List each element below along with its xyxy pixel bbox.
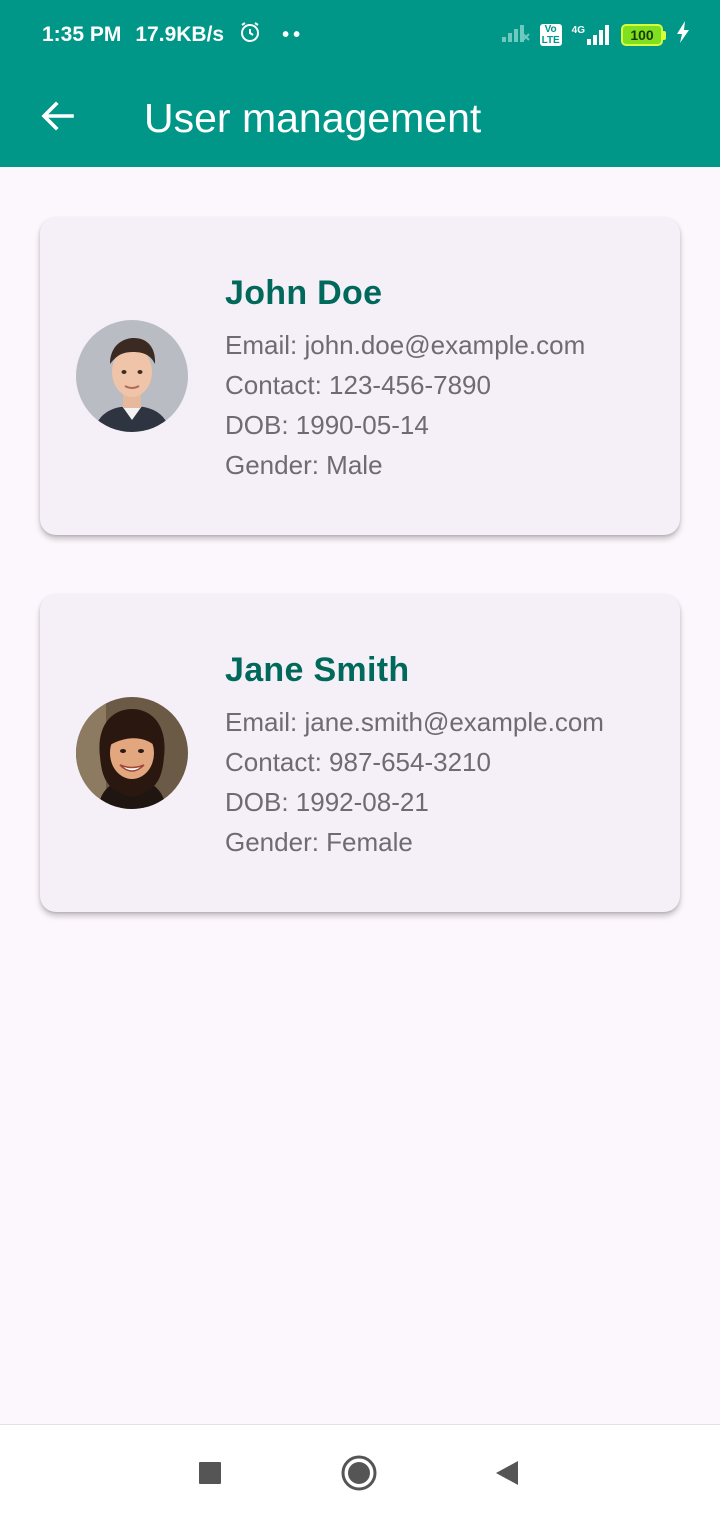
arrow-back-icon bbox=[39, 98, 75, 139]
toolbar: User management bbox=[0, 70, 720, 167]
battery-level: 100 bbox=[621, 24, 663, 46]
user-gender: Gender: Male bbox=[225, 450, 383, 480]
status-time: 1:35 PM bbox=[42, 23, 122, 46]
back-nav-button[interactable] bbox=[487, 1455, 527, 1495]
status-bar: 1:35 PM 17.9KB/s •• Vo LTE 4G 100 bbox=[0, 0, 720, 70]
user-card-jane-smith[interactable]: Jane Smith Email: jane.smith@example.com… bbox=[40, 594, 680, 912]
user-gender: Gender: Female bbox=[225, 827, 413, 857]
charging-icon bbox=[676, 21, 690, 49]
page-title: User management bbox=[144, 95, 482, 141]
user-contact: Contact: 987-654-3210 bbox=[225, 747, 491, 777]
alarm-icon bbox=[238, 20, 262, 50]
triangle-icon bbox=[494, 1459, 520, 1492]
user-email: Email: john.doe@example.com bbox=[225, 330, 586, 360]
app-bar: 1:35 PM 17.9KB/s •• Vo LTE 4G 100 User m… bbox=[0, 0, 720, 167]
home-button[interactable] bbox=[339, 1455, 379, 1495]
user-dob: DOB: 1992-08-21 bbox=[225, 787, 429, 817]
user-info: Jane Smith Email: jane.smith@example.com… bbox=[225, 648, 604, 862]
user-name: Jane Smith bbox=[225, 651, 410, 689]
volte-badge: Vo LTE bbox=[539, 24, 562, 46]
signal-icon bbox=[501, 22, 530, 48]
avatar bbox=[76, 697, 188, 809]
status-speed: 17.9KB/s bbox=[135, 23, 225, 46]
user-name: John Doe bbox=[225, 274, 383, 312]
circle-icon bbox=[340, 1454, 378, 1497]
recent-apps-button[interactable] bbox=[190, 1455, 230, 1495]
user-dob: DOB: 1990-05-14 bbox=[225, 410, 429, 440]
network-type: 4G bbox=[571, 25, 585, 36]
status-dots: •• bbox=[282, 23, 305, 46]
avatar bbox=[76, 320, 188, 432]
user-card-john-doe[interactable]: John Doe Email: john.doe@example.com Con… bbox=[40, 217, 680, 535]
user-contact: Contact: 123-456-7890 bbox=[225, 370, 491, 400]
square-icon bbox=[198, 1461, 222, 1490]
user-info: John Doe Email: john.doe@example.com Con… bbox=[225, 271, 585, 485]
signal-4g-icon: 4G bbox=[572, 25, 611, 45]
system-nav-bar bbox=[0, 1424, 720, 1520]
back-button[interactable] bbox=[22, 84, 92, 154]
user-email: Email: jane.smith@example.com bbox=[225, 707, 604, 737]
battery-icon: 100 bbox=[621, 24, 666, 46]
